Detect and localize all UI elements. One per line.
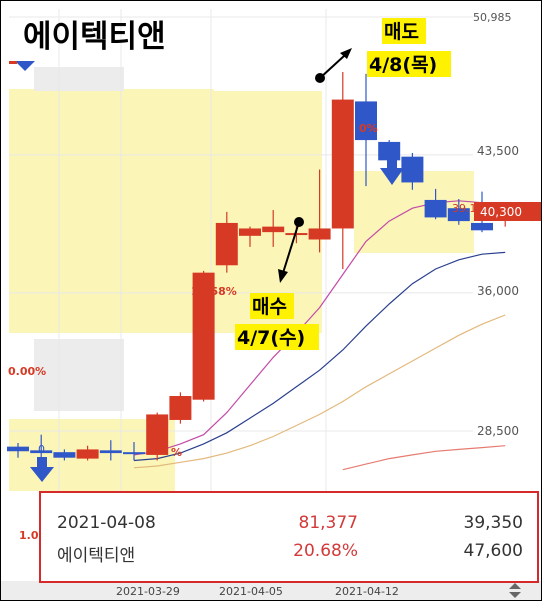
ma-line-2 bbox=[133, 314, 506, 469]
candle-body bbox=[401, 156, 424, 183]
candle-body bbox=[53, 452, 76, 458]
current-price-label: 40,300 bbox=[480, 205, 522, 219]
pct-label: 0% bbox=[359, 122, 378, 135]
pct-label: 1.0 bbox=[19, 529, 39, 542]
sell-date: 4/8(목) bbox=[369, 54, 437, 76]
chart-title: 에이텍티앤 bbox=[23, 19, 166, 55]
candle-body bbox=[239, 228, 261, 236]
pct-label: % bbox=[171, 446, 182, 459]
info-box: 2021-04-08 81,377 39,350 에이텍티앤 20.68% 47… bbox=[39, 491, 539, 583]
candle-body bbox=[471, 222, 493, 231]
y-tick-label: 43,500 bbox=[477, 144, 519, 158]
info-close: 39,350 bbox=[463, 513, 523, 533]
y-tick-label: 28,500 bbox=[477, 424, 519, 438]
candle-body bbox=[169, 396, 192, 420]
info-name: 에이텍티앤 bbox=[57, 546, 136, 566]
info-high: 47,600 bbox=[463, 541, 523, 561]
x-tick-label: 2021-04-05 bbox=[219, 585, 283, 598]
pct-label: 17.58% bbox=[191, 285, 237, 298]
y-tick-label: 50,985 bbox=[473, 11, 512, 24]
candle-body bbox=[7, 446, 29, 452]
candle bbox=[169, 392, 192, 424]
candle-body bbox=[331, 99, 354, 229]
info-change: 20.68% bbox=[293, 541, 358, 561]
sell-arrow-line bbox=[319, 55, 345, 79]
pct-label: 0.00% bbox=[8, 365, 46, 378]
buy-date: 4/7(수) bbox=[237, 327, 305, 349]
marker-arrow-down-icon bbox=[15, 61, 35, 71]
candle-body bbox=[99, 450, 122, 454]
y-tick-label: 36,000 bbox=[477, 284, 519, 298]
candle bbox=[146, 412, 169, 461]
gray-band-top bbox=[34, 67, 124, 91]
buy-label: 매수 bbox=[252, 296, 287, 318]
candle-body bbox=[146, 414, 169, 455]
chart-frame: 50,985 43,500 36,000 28,500 40,300 39.1 … bbox=[0, 0, 542, 601]
info-volume: 81,377 bbox=[298, 513, 358, 533]
info-date: 2021-04-08 bbox=[57, 513, 156, 533]
candle-body bbox=[76, 449, 99, 459]
sell-label: 매도 bbox=[384, 21, 419, 43]
x-tick-label: 2021-03-29 bbox=[116, 585, 180, 598]
candle-body bbox=[262, 226, 285, 233]
gray-band bbox=[34, 339, 124, 411]
marker-label: 0 bbox=[38, 443, 45, 456]
marker-label: 2 bbox=[390, 140, 397, 153]
candle-body bbox=[424, 199, 447, 218]
candle-body bbox=[123, 452, 145, 455]
candle-body bbox=[215, 222, 238, 266]
pct-label: 39.1 bbox=[452, 202, 477, 215]
candle-body bbox=[308, 228, 331, 240]
marker-dash bbox=[9, 61, 17, 64]
x-tick-label: 2021-04-12 bbox=[335, 585, 399, 598]
ma-line-3 bbox=[342, 445, 506, 471]
candle bbox=[331, 71, 354, 269]
